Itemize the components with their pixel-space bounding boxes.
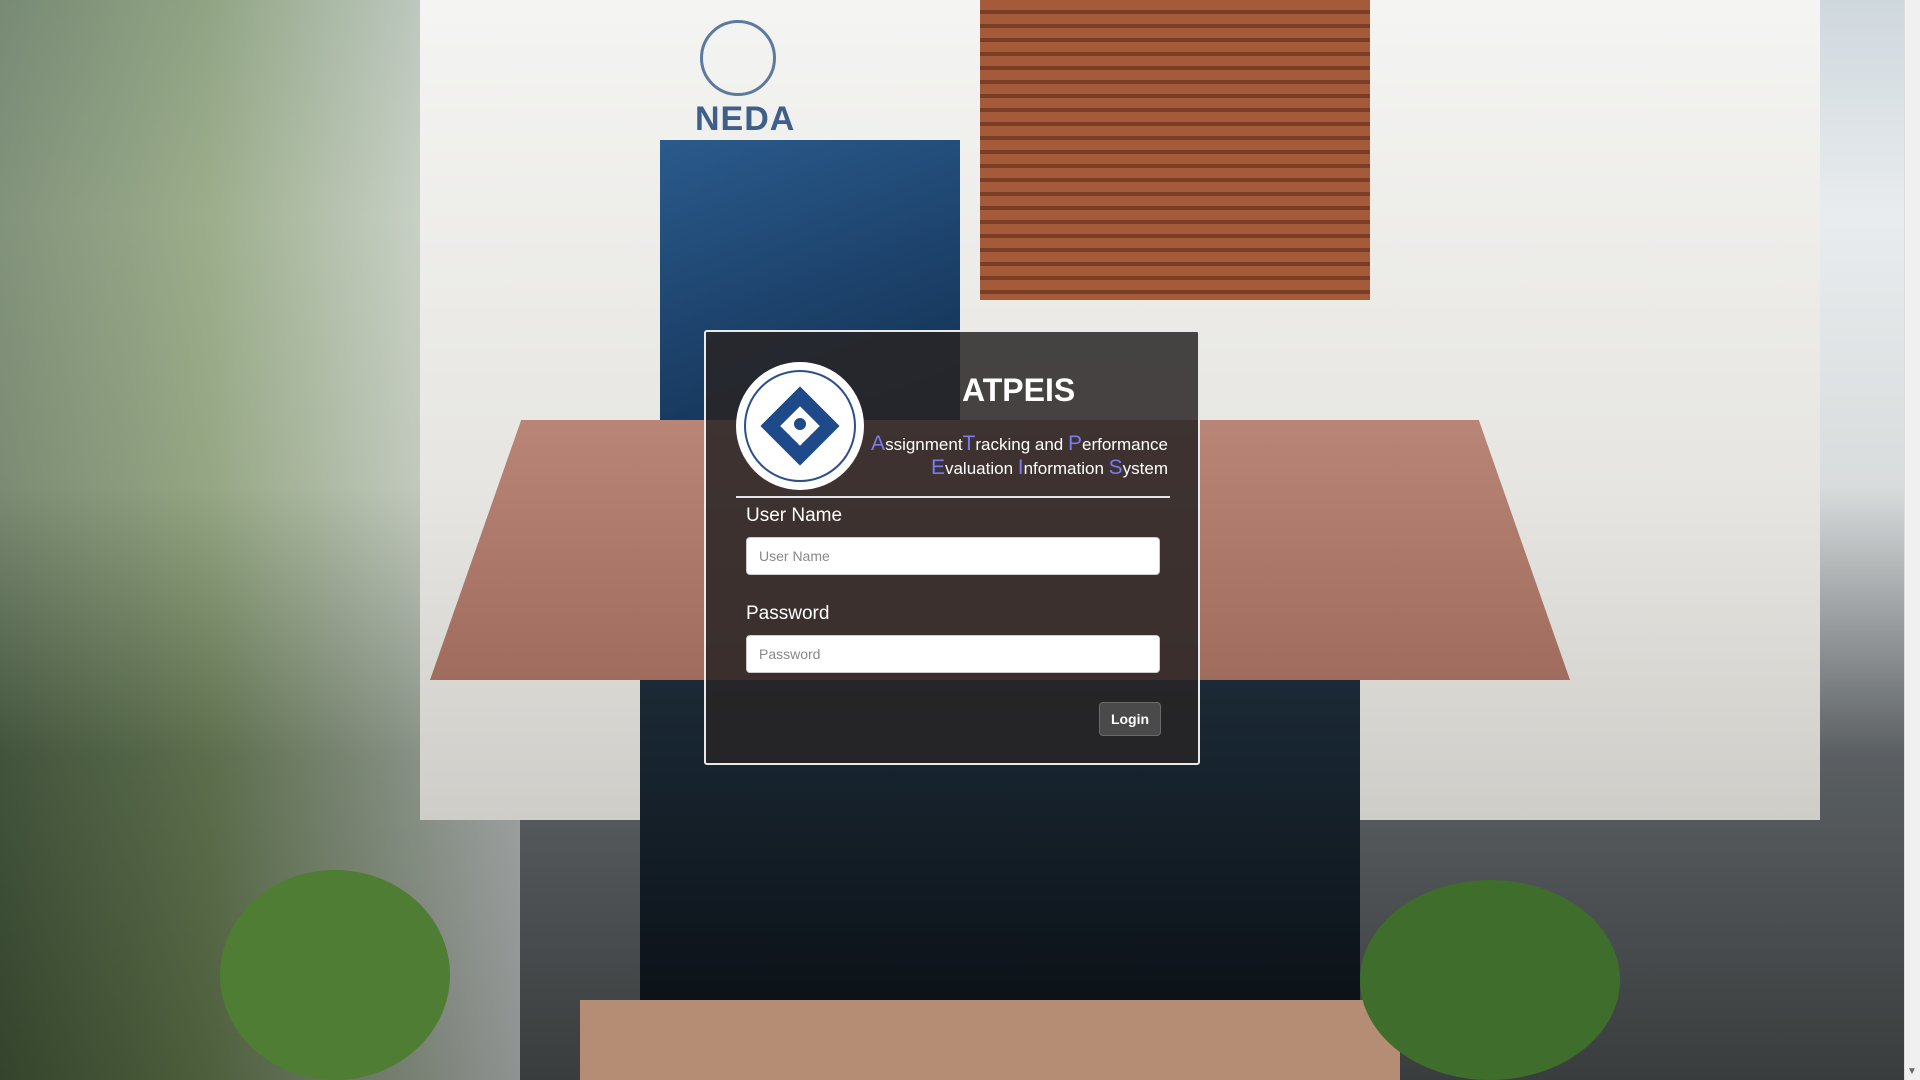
building-logo-icon bbox=[700, 20, 776, 96]
scroll-down-icon[interactable]: ▼ bbox=[1904, 1064, 1920, 1080]
app-title: ATPEIS bbox=[962, 372, 1076, 408]
building-sign: NEDA bbox=[695, 100, 796, 138]
shrub-left bbox=[220, 870, 450, 1080]
shrub-right bbox=[1360, 880, 1620, 1080]
subtitle-word: nformation bbox=[1023, 459, 1109, 478]
app-subtitle: AssignmentTracking and Performance Evalu… bbox=[871, 432, 1168, 480]
neda-seal-icon bbox=[736, 362, 864, 490]
subtitle-line-1: AssignmentTracking and Performance bbox=[871, 432, 1168, 456]
seal-figure bbox=[794, 418, 806, 430]
username-label: User Name bbox=[746, 505, 843, 526]
username-input[interactable] bbox=[746, 537, 1160, 575]
login-panel: ATPEIS AssignmentTracking and Performanc… bbox=[704, 330, 1200, 765]
subtitle-cap: S bbox=[1108, 456, 1123, 479]
header-divider bbox=[736, 496, 1170, 498]
password-input[interactable] bbox=[746, 635, 1160, 673]
subtitle-word: erformance bbox=[1082, 435, 1168, 454]
password-label: Password bbox=[746, 603, 830, 624]
subtitle-word: ystem bbox=[1122, 459, 1168, 478]
subtitle-cap: T bbox=[962, 432, 976, 455]
page-scrollbar[interactable] bbox=[1904, 0, 1920, 1080]
subtitle-cap: P bbox=[1068, 432, 1083, 455]
subtitle-word: valuation bbox=[944, 459, 1018, 478]
subtitle-word: racking and bbox=[975, 435, 1068, 454]
login-button[interactable]: Login bbox=[1099, 702, 1161, 736]
subtitle-line-2: Evaluation Information System bbox=[871, 456, 1168, 480]
building-louvers bbox=[980, 0, 1370, 300]
subtitle-word: ssignment bbox=[885, 435, 963, 454]
entrance-steps bbox=[580, 1000, 1400, 1080]
subtitle-cap: E bbox=[930, 456, 945, 479]
subtitle-cap: A bbox=[871, 432, 886, 455]
